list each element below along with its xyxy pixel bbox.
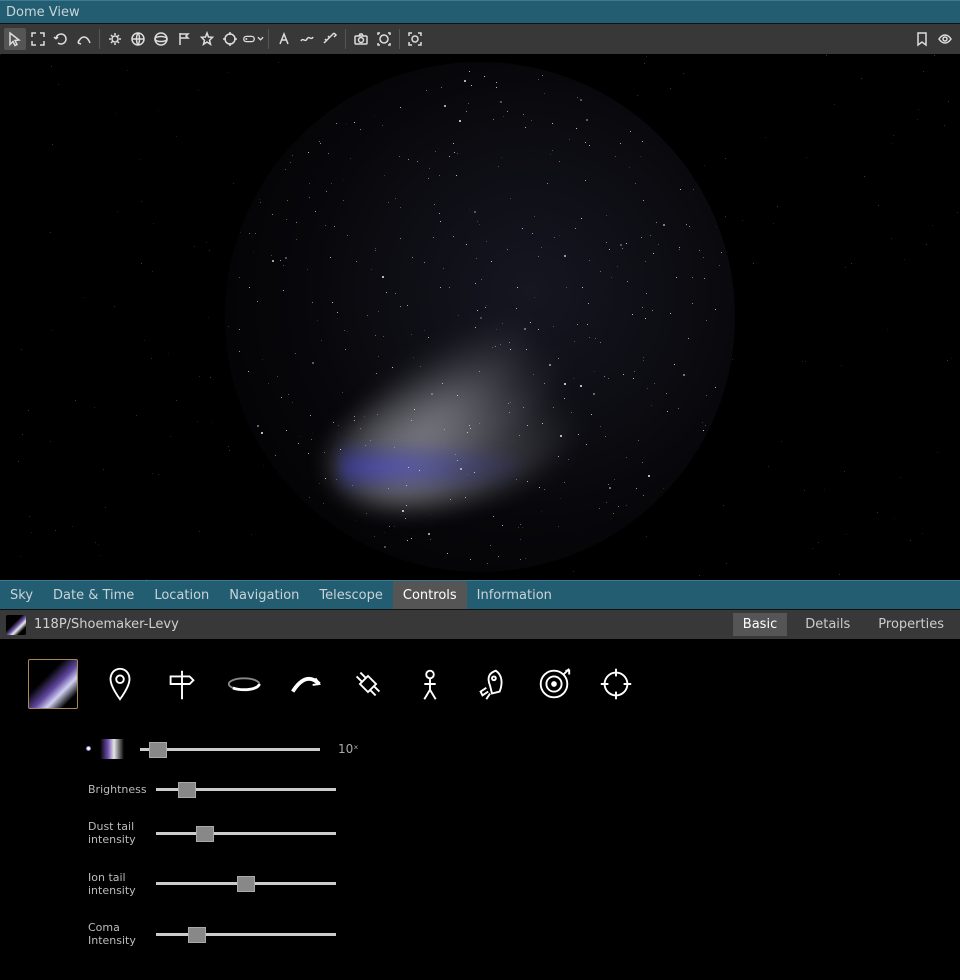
rocket-icon[interactable] [472,664,512,704]
scale-slider[interactable] [140,748,320,751]
ion-slider[interactable] [156,882,336,885]
tab-controls[interactable]: Controls [393,581,467,609]
target-icon[interactable] [534,664,574,704]
subtab-basic[interactable]: Basic [733,613,787,636]
measure-tool[interactable] [319,28,341,50]
signpost-icon[interactable] [162,664,202,704]
ion-slider-row: Ion tail intensity [88,871,932,897]
eye-icon[interactable] [934,28,956,50]
bottom-tabbar: Sky Date & Time Location Navigation Tele… [0,580,960,610]
gamepad-icon[interactable] [242,28,264,50]
comet-dust-tail [315,322,615,522]
orbit-icon[interactable] [224,664,264,704]
main-toolbar [0,24,960,54]
gear-icon[interactable] [104,28,126,50]
scale-value: 10ˣ [338,742,359,756]
object-thumbnail[interactable] [6,615,26,635]
tab-navigation[interactable]: Navigation [219,581,309,609]
window-title: Dome View [6,5,80,20]
subtab-properties[interactable]: Properties [868,613,954,636]
dust-slider[interactable] [156,832,336,835]
label-tool[interactable] [273,28,295,50]
dust-label: Dust tail intensity [88,820,144,846]
coma-slider[interactable] [156,933,336,936]
bookmark-icon[interactable] [911,28,933,50]
sphere-icon[interactable] [150,28,172,50]
scale-slider-icon [88,739,128,759]
object-bar: 118P/Shoemaker-Levy Basic Details Proper… [0,610,960,639]
comet-thumbnail-large[interactable] [28,659,78,709]
sketch-tool[interactable] [296,28,318,50]
dome-sky [225,62,735,572]
window-titlebar: Dome View [0,0,960,24]
flag-icon[interactable] [173,28,195,50]
brightness-slider-row: Brightness [88,783,932,796]
fullscreen-tool[interactable] [27,28,49,50]
trajectory-icon[interactable] [286,664,326,704]
satellite-icon[interactable] [348,664,388,704]
tab-information[interactable]: Information [467,581,562,609]
crosshair-icon[interactable] [219,28,241,50]
select-focus-icon[interactable] [404,28,426,50]
brightness-label: Brightness [88,783,144,796]
person-pin-icon[interactable] [410,664,450,704]
coma-label: Coma Intensity [88,921,144,947]
location-pin-icon[interactable] [100,664,140,704]
comet-ion-tail [340,442,520,492]
control-icon-row [28,659,932,709]
subtab-details[interactable]: Details [795,613,860,636]
controls-panel: 10ˣ Brightness Dust tail intensity Ion t… [0,639,960,980]
crosshair-large-icon[interactable] [596,664,636,704]
object-name: 118P/Shoemaker-Levy [34,617,179,632]
brightness-slider[interactable] [156,788,336,791]
ion-label: Ion tail intensity [88,871,144,897]
tab-telescope[interactable]: Telescope [309,581,392,609]
scale-slider-row: 10ˣ [88,739,932,759]
dust-slider-row: Dust tail intensity [88,820,932,846]
tab-sky[interactable]: Sky [0,581,43,609]
star-icon[interactable] [196,28,218,50]
tab-datetime[interactable]: Date & Time [43,581,144,609]
camera-frame-icon[interactable] [373,28,395,50]
globe-icon[interactable] [127,28,149,50]
tab-location[interactable]: Location [144,581,219,609]
dome-viewport[interactable] [0,54,960,580]
camera-icon[interactable] [350,28,372,50]
pointer-tool[interactable] [4,28,26,50]
rotate-tool[interactable] [50,28,72,50]
coma-slider-row: Coma Intensity [88,921,932,947]
path-tool[interactable] [73,28,95,50]
